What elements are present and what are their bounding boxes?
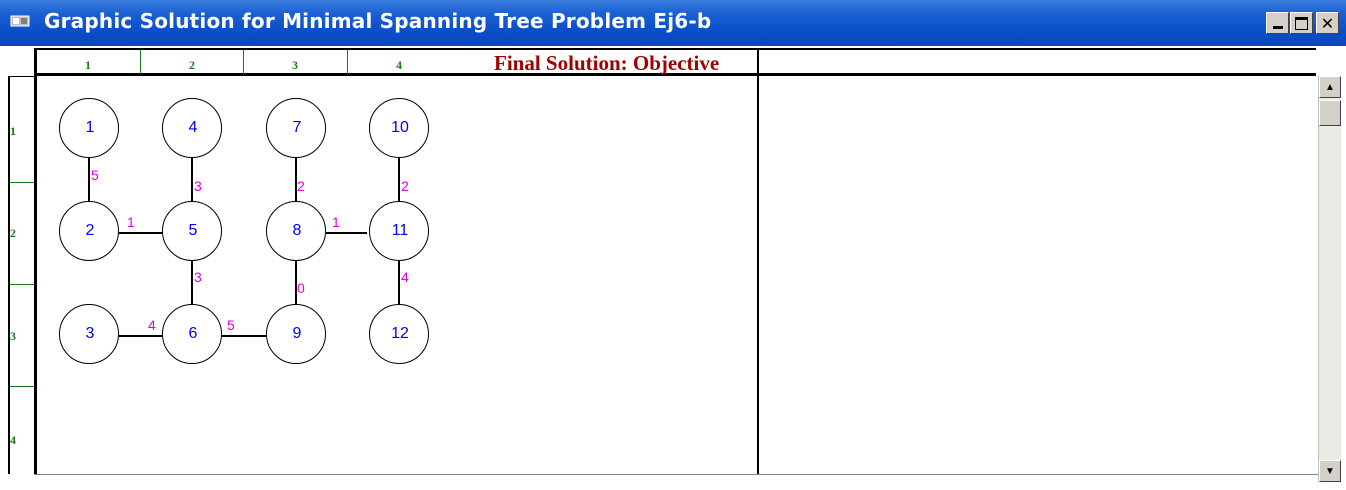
node-label: 1 xyxy=(85,119,95,136)
edge-10-11 xyxy=(398,158,400,202)
column-label: 4 xyxy=(396,58,402,72)
node-3[interactable]: 3 xyxy=(59,304,119,364)
panel-divider xyxy=(757,48,759,474)
edge-weight-1-2: 5 xyxy=(91,167,99,183)
scroll-up-button[interactable]: ▲ xyxy=(1319,76,1341,98)
grid-left-border xyxy=(34,48,37,474)
app-icon xyxy=(10,15,30,27)
node-7[interactable]: 7 xyxy=(266,98,326,158)
rowruler-top-border xyxy=(8,76,34,77)
node-11[interactable]: 11 xyxy=(369,201,429,261)
node-4[interactable]: 4 xyxy=(162,98,222,158)
node-2[interactable]: 2 xyxy=(59,201,119,261)
edge-3-6 xyxy=(119,335,163,337)
node-label: 11 xyxy=(391,222,409,239)
edge-weight-8-11: 1 xyxy=(332,214,340,230)
column-label: 1 xyxy=(85,58,91,72)
row-divider xyxy=(10,284,34,285)
down-arrow-icon: ▼ xyxy=(1325,465,1335,477)
edge-weight-11-12: 4 xyxy=(401,269,409,285)
edge-weight-5-6: 3 xyxy=(194,269,202,285)
node-label: 9 xyxy=(292,325,302,342)
row-divider xyxy=(10,386,34,387)
edge-weight-6-9: 5 xyxy=(227,317,235,333)
edge-8-11 xyxy=(326,232,367,234)
vertical-scrollbar[interactable]: ▲ ▼ xyxy=(1318,76,1341,482)
node-10[interactable]: 10 xyxy=(369,98,429,158)
node-9[interactable]: 9 xyxy=(266,304,326,364)
minimize-icon xyxy=(1272,25,1283,29)
close-button[interactable]: ✕ xyxy=(1316,12,1339,34)
node-label: 5 xyxy=(188,222,198,239)
node-1[interactable]: 1 xyxy=(59,98,119,158)
edge-weight-10-11: 2 xyxy=(401,178,409,194)
edge-weight-3-6: 4 xyxy=(148,317,156,333)
objective-header: Final Solution: Objective xyxy=(494,51,720,75)
close-icon: ✕ xyxy=(1320,13,1335,33)
edge-weight-2-5: 1 xyxy=(127,214,135,230)
edge-weight-4-5: 3 xyxy=(194,178,202,194)
row-label: 4 xyxy=(10,433,16,447)
edge-11-12 xyxy=(398,261,400,305)
row-label: 2 xyxy=(10,226,16,240)
minimize-button[interactable] xyxy=(1266,12,1289,34)
node-label: 4 xyxy=(188,119,198,136)
node-label: 7 xyxy=(292,119,302,136)
node-label: 8 xyxy=(292,222,302,239)
node-6[interactable]: 6 xyxy=(162,304,222,364)
edge-weight-8-9: 0 xyxy=(297,280,305,296)
up-arrow-icon: ▲ xyxy=(1325,81,1335,93)
window-title: Graphic Solution for Minimal Spanning Tr… xyxy=(44,9,712,33)
node-label: 2 xyxy=(85,222,95,239)
maximize-icon xyxy=(1295,16,1308,30)
edge-5-6 xyxy=(191,261,193,305)
node-12[interactable]: 12 xyxy=(369,304,429,364)
row-label: 1 xyxy=(10,124,16,138)
column-label: 3 xyxy=(292,58,298,72)
node-label: 10 xyxy=(391,119,409,136)
scroll-down-button[interactable]: ▼ xyxy=(1319,460,1341,482)
row-divider xyxy=(10,182,34,183)
edge-4-5 xyxy=(191,158,193,202)
node-8[interactable]: 8 xyxy=(266,201,326,261)
edge-1-2 xyxy=(88,158,90,202)
canvas-bottom-border xyxy=(34,474,1318,475)
column-label: 2 xyxy=(189,58,195,72)
edge-weight-7-8: 2 xyxy=(297,178,305,194)
node-label: 12 xyxy=(391,325,409,342)
edge-6-9 xyxy=(222,335,266,337)
scroll-thumb[interactable] xyxy=(1319,100,1341,126)
window-title-bar[interactable]: Graphic Solution for Minimal Spanning Tr… xyxy=(0,0,1346,46)
edge-2-5 xyxy=(119,232,163,234)
graph-canvas: 1 2 3 4 Final Solution: Objective 1 2 3 … xyxy=(0,46,1346,490)
header-top-border xyxy=(34,48,1316,50)
row-label: 3 xyxy=(10,329,16,343)
node-label: 3 xyxy=(85,325,95,342)
node-label: 6 xyxy=(188,325,198,342)
node-5[interactable]: 5 xyxy=(162,201,222,261)
maximize-button[interactable] xyxy=(1290,12,1313,34)
